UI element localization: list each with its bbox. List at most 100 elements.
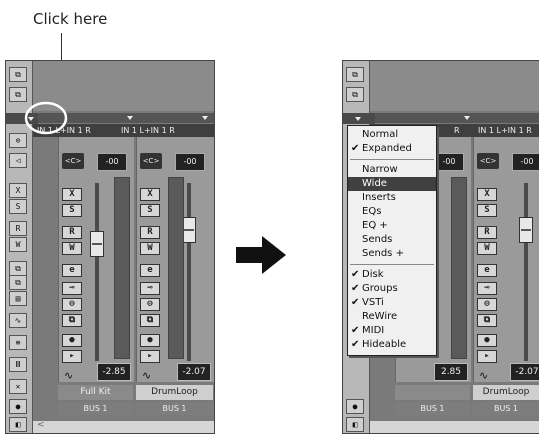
channel-name[interactable]: DrumLoop — [136, 385, 213, 400]
horizontal-scrollbar[interactable]: < — [33, 420, 214, 433]
menu-item[interactable]: Inserts — [348, 191, 436, 205]
channel-input-label[interactable]: R — [454, 124, 460, 137]
chevron-down-icon[interactable] — [464, 116, 470, 120]
menu-item[interactable]: ✔ Expanded — [348, 142, 436, 156]
write-all-icon[interactable]: W — [9, 237, 27, 252]
record-enable-icon[interactable]: ● — [140, 334, 160, 347]
read-all-icon[interactable]: R — [9, 221, 27, 236]
menu-item[interactable]: Wide — [348, 177, 436, 191]
level-meter — [168, 177, 184, 359]
highlight-circle — [24, 101, 68, 135]
link-icon[interactable]: ⧉ — [9, 261, 27, 276]
menu-item-label: Hideable — [362, 339, 407, 350]
edit-button[interactable]: e — [477, 264, 497, 277]
pan-display[interactable]: <C> — [477, 153, 499, 169]
menu-item[interactable]: ReWire — [348, 310, 436, 324]
channel-input-label[interactable]: IN 1 L+IN 1 R — [478, 124, 532, 137]
menu-item[interactable]: EQs — [348, 205, 436, 219]
menu-item[interactable]: ✔ VSTi — [348, 296, 436, 310]
output-bus[interactable]: BUS 1 — [395, 402, 470, 415]
edit-button[interactable]: e — [62, 264, 82, 277]
group-icon[interactable]: ≡ — [9, 335, 27, 350]
menu-item-label: Inserts — [362, 192, 396, 203]
bypass-eq-icon[interactable]: ⊖ — [477, 298, 497, 311]
scroll-left-icon[interactable]: < — [37, 420, 45, 430]
record-enable-icon[interactable]: ● — [62, 334, 82, 347]
mute-button[interactable]: X — [140, 188, 160, 201]
horizontal-scrollbar[interactable] — [370, 420, 539, 433]
right-arrow-icon — [236, 236, 286, 274]
menu-item[interactable]: ✔ Disk — [348, 268, 436, 282]
paste-settings-icon[interactable]: ⧉ — [346, 87, 364, 102]
chevron-down-icon[interactable] — [202, 116, 208, 120]
volume-fader[interactable] — [182, 217, 196, 243]
bypass-inserts-icon[interactable]: ⊸ — [140, 282, 160, 295]
copy-settings-icon[interactable]: ⧉ — [346, 67, 364, 82]
menu-item-label: Wide — [362, 178, 387, 189]
channel-name[interactable]: DrumLoop — [473, 385, 539, 400]
volume-fader[interactable] — [519, 217, 533, 243]
menu-item[interactable]: ✔ Groups — [348, 282, 436, 296]
master-icon[interactable]: ◧ — [346, 417, 364, 432]
output-bus[interactable]: BUS 1 — [473, 402, 539, 415]
volume-display[interactable]: -00 — [434, 153, 464, 171]
write-button[interactable]: W — [62, 242, 82, 255]
bypass-inserts-icon[interactable]: ⊸ — [477, 282, 497, 295]
monitor-icon[interactable]: ▸ — [477, 350, 497, 363]
menu-item[interactable]: EQ + — [348, 219, 436, 233]
output-bus[interactable]: BUS 1 — [136, 402, 213, 415]
monitor-icon[interactable]: ▸ — [140, 350, 160, 363]
channel-name[interactable]: Full Kit — [58, 385, 133, 400]
menu-item[interactable]: ✔ Hideable — [348, 338, 436, 352]
view-options-dropdown[interactable] — [343, 113, 375, 124]
bypass-sends-icon[interactable]: ⧉ — [477, 314, 497, 327]
mute-button[interactable]: X — [62, 188, 82, 201]
solo-button[interactable]: S — [477, 204, 497, 217]
menu-item[interactable]: Sends — [348, 233, 436, 247]
monitor-icon[interactable]: ▸ — [62, 350, 82, 363]
bypass-sends-icon[interactable]: ⧉ — [140, 314, 160, 327]
volume-fader[interactable] — [90, 231, 104, 257]
rewire-icon[interactable]: ✕ — [9, 379, 27, 394]
record-enable-icon[interactable]: ● — [477, 334, 497, 347]
write-button[interactable]: W — [140, 242, 160, 255]
reveal-icon[interactable]: ◁ — [9, 153, 27, 168]
midi-icon[interactable]: ● — [346, 399, 364, 414]
copy-settings-icon[interactable]: ⧉ — [9, 67, 27, 82]
solo-all-icon[interactable]: S — [9, 199, 27, 214]
pan-display[interactable]: <C> — [62, 153, 84, 169]
instrument-icon[interactable]: Ⅲ — [9, 357, 27, 372]
view-options-icon[interactable]: ▤ — [9, 291, 27, 306]
volume-display[interactable]: -00 — [512, 153, 539, 171]
volume-display[interactable]: -00 — [175, 153, 205, 171]
master-icon[interactable]: ◧ — [9, 417, 27, 432]
click-here-caption: Click here — [33, 10, 108, 28]
menu-item[interactable]: ✔ MIDI — [348, 324, 436, 338]
mute-all-icon[interactable]: X — [9, 183, 27, 198]
menu-item[interactable]: Normal — [348, 128, 436, 142]
audio-icon[interactable]: ∿ — [9, 313, 27, 328]
output-bus[interactable]: BUS 1 — [58, 402, 133, 415]
volume-display[interactable]: -00 — [97, 153, 127, 171]
read-button[interactable]: R — [477, 226, 497, 239]
menu-separator — [350, 264, 434, 265]
channel-input-label[interactable]: IN 1 L+IN 1 R — [121, 124, 175, 137]
mute-button[interactable]: X — [477, 188, 497, 201]
read-button[interactable]: R — [140, 226, 160, 239]
midi-icon[interactable]: ● — [9, 399, 27, 414]
edit-button[interactable]: e — [140, 264, 160, 277]
read-button[interactable]: R — [62, 226, 82, 239]
bypass-sends-icon[interactable]: ⧉ — [62, 314, 82, 327]
menu-item[interactable]: Narrow — [348, 163, 436, 177]
bypass-eq-icon[interactable]: ⊖ — [140, 298, 160, 311]
unlink-icon[interactable]: ⧉ — [9, 275, 27, 290]
chevron-down-icon[interactable] — [127, 116, 133, 120]
bypass-inserts-icon[interactable]: ⊸ — [62, 282, 82, 295]
menu-item[interactable]: Sends + — [348, 247, 436, 261]
pan-display[interactable]: <C> — [140, 153, 162, 169]
solo-button[interactable]: S — [62, 204, 82, 217]
write-button[interactable]: W — [477, 242, 497, 255]
solo-button[interactable]: S — [140, 204, 160, 217]
channel-name[interactable] — [395, 385, 470, 400]
bypass-eq-icon[interactable]: ⊖ — [62, 298, 82, 311]
